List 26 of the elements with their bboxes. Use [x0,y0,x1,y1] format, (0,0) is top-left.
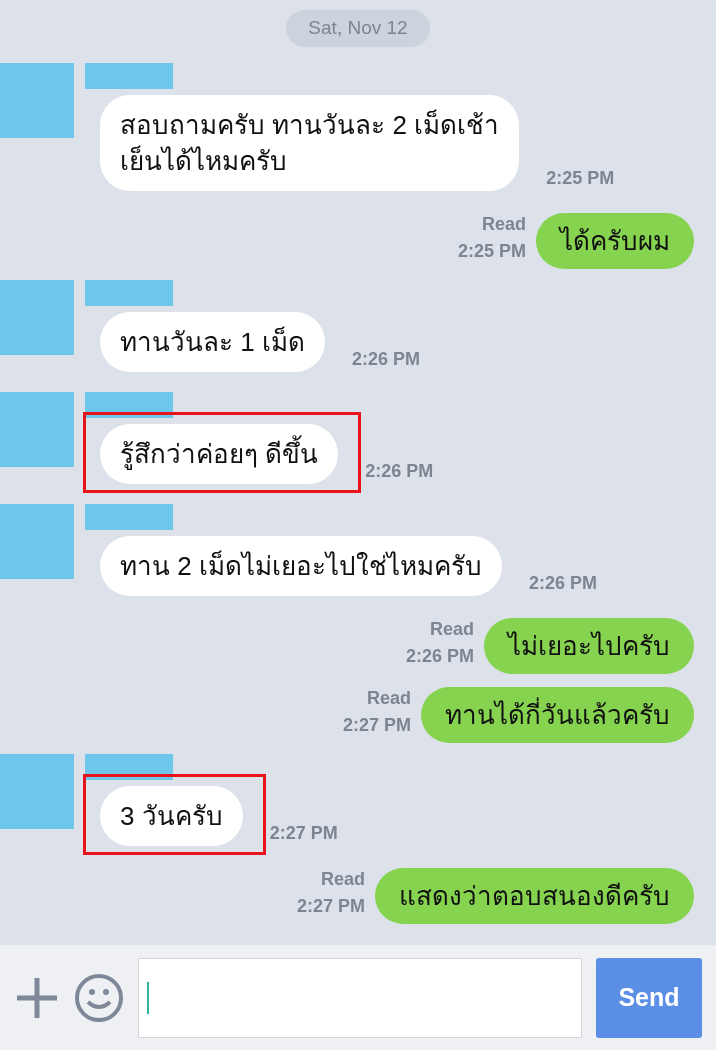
timestamp: 2:27 PM [342,713,411,737]
message-bubble: รู้สึกว่าค่อยๆ ดีขึ้น [100,423,339,484]
message-bubble: 3 วันครับ [100,785,243,846]
read-receipt: Read [321,867,365,891]
timestamp: 2:27 PM [269,821,338,845]
message-bubble: ทานวันละ 1 เม็ด [100,311,325,372]
timestamp: 2:26 PM [528,571,597,595]
timestamp: 2:26 PM [351,347,420,371]
message-bubble: ทาน 2 เม็ดไม่เยอะไปใช่ไหมครับ [100,535,502,596]
date-pill: Sat, Nov 12 [286,10,430,47]
message-bubble: ทานได้กี่วันแล้วครับ [421,686,694,743]
timestamp: 2:26 PM [365,459,434,483]
timestamp: 2:25 PM [546,166,615,190]
message-input[interactable] [138,957,582,1038]
read-receipt: Read [367,686,411,710]
read-receipt: Read [482,212,526,236]
message-bubble: สอบถามครับ ทานวันละ 2 เม็ดเช้า เย็นได้ไหมครับ [100,94,520,191]
send-button[interactable]: Send [596,957,702,1038]
timestamp: 2:26 PM [405,644,474,668]
emoji-icon[interactable] [74,972,124,1023]
message-bubble: ได้ครับผม [536,212,694,269]
message-bubble: แสดงว่าตอบสนองดีครับ [375,867,694,924]
timestamp: 2:25 PM [457,239,526,263]
read-receipt: Read [430,617,474,641]
message-bubble: ไม่เยอะไปครับ [484,617,694,674]
timestamp: 2:27 PM [296,894,365,918]
